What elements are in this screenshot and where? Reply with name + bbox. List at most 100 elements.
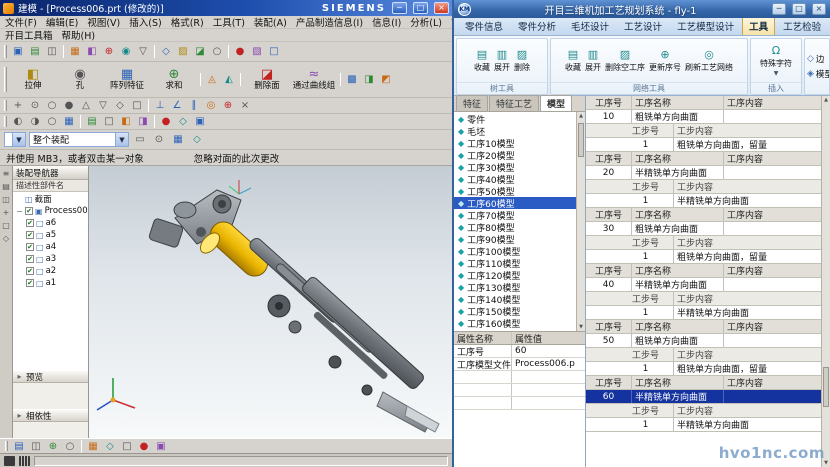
close-button[interactable]: × — [812, 3, 826, 15]
add-icon[interactable]: + — [3, 208, 10, 217]
net-collect-button[interactable]: ▤ 收藏 — [564, 48, 582, 73]
minimize-button[interactable]: ─ — [392, 2, 407, 14]
step-row[interactable]: 1半精铣单方向曲面 — [586, 418, 821, 432]
history-icon[interactable]: ◫ — [2, 195, 10, 204]
grid-icon[interactable]: ▦ — [61, 114, 77, 129]
tab-part-analysis[interactable]: 零件分析 — [511, 18, 563, 35]
menu-format[interactable]: 格式(R) — [171, 16, 204, 29]
tree-item-op-model[interactable]: ◆工序30模型 — [454, 161, 576, 173]
tree-delete-button[interactable]: ▨ 删除 — [513, 48, 531, 73]
snap-triangle-down-icon[interactable]: ▽ — [95, 98, 111, 113]
tree-item-op-model[interactable]: ◆工序40模型 — [454, 173, 576, 185]
restore-button[interactable]: □ — [792, 3, 806, 15]
menu-insert[interactable]: 插入(S) — [129, 16, 161, 29]
tab-model[interactable]: 模型 — [540, 95, 572, 111]
tree-expand-button[interactable]: ▥ 展开 — [493, 48, 511, 73]
checkbox[interactable]: ✔ — [25, 207, 33, 215]
nav-item-assembly[interactable]: − ✔ ▣ Process006 — [13, 205, 88, 217]
tool-icon[interactable]: ▦ — [85, 439, 101, 454]
target-icon[interactable]: ◎ — [203, 98, 219, 113]
tool-icon[interactable]: ▦ — [67, 44, 83, 59]
angle-icon[interactable]: ∠ — [169, 98, 185, 113]
menu-assembly[interactable]: 装配(A) — [254, 16, 287, 29]
toolbar-grip[interactable] — [5, 441, 8, 451]
diamond-icon[interactable]: ◇ — [175, 114, 191, 129]
tab-process-design[interactable]: 工艺设计 — [617, 18, 669, 35]
tool-icon[interactable]: □ — [119, 439, 135, 454]
status-icon[interactable] — [4, 456, 15, 466]
selection-scope-combo[interactable]: 整个装配 ▼ — [29, 132, 129, 147]
navigator-icon[interactable]: ▤ — [2, 182, 10, 191]
wireframe-view-icon[interactable]: ◑ — [27, 114, 43, 129]
tool-icon[interactable]: ◫ — [28, 439, 44, 454]
menu-lines-icon[interactable]: ≡ — [3, 169, 10, 178]
tool-icon[interactable]: ◭ — [221, 72, 237, 87]
toolbar-grip[interactable] — [4, 116, 7, 127]
close-button[interactable]: × — [434, 2, 449, 14]
tool-icon[interactable]: ◪ — [192, 44, 208, 59]
update-sequence-button[interactable]: ⊕ 更新序号 — [648, 48, 682, 73]
snap-midpoint-icon[interactable]: ◇ — [112, 98, 128, 113]
step-row[interactable]: 1粗铣单方向曲面，留量 — [586, 250, 821, 264]
step-row[interactable]: 1半精铣单方向曲面 — [586, 194, 821, 208]
shaded-view-icon[interactable]: ◐ — [10, 114, 26, 129]
select-rect-icon[interactable]: ▭ — [132, 132, 148, 147]
table-scrollbar[interactable]: ▲ ▼ — [821, 96, 830, 467]
tree-item-part[interactable]: ◆零件 — [454, 113, 576, 125]
navigator-title[interactable]: 装配导航器 — [13, 166, 88, 180]
tool-icon[interactable]: ● — [136, 439, 152, 454]
tool-icon[interactable]: ◧ — [84, 44, 100, 59]
tab-process-check[interactable]: 工艺检验 — [776, 18, 828, 35]
tab-feature-process[interactable]: 特征工艺 — [489, 95, 539, 111]
nav-item-component[interactable]: ✔ □ a2 — [13, 265, 88, 277]
nav-item-component[interactable]: ✔ □ a1 — [13, 277, 88, 289]
tool-icon[interactable]: ▧ — [249, 44, 265, 59]
step-row[interactable]: 1半精铣单方向曲面 — [586, 306, 821, 320]
snap-endpoint-icon[interactable]: ● — [61, 98, 77, 113]
tab-part-info[interactable]: 零件信息 — [458, 18, 510, 35]
tool-icon[interactable]: ◨ — [361, 72, 377, 87]
tab-tools[interactable]: 工具 — [742, 18, 775, 35]
point-icon[interactable]: ● — [158, 114, 174, 129]
tool-icon[interactable]: ◬ — [204, 72, 220, 87]
special-characters-button[interactable]: Ω 特殊字符 ▼ — [759, 44, 793, 77]
tree-item-op-model[interactable]: ◆工序70模型 — [454, 209, 576, 221]
op-row[interactable]: 10粗铣单方向曲面 — [586, 110, 821, 124]
tool-icon[interactable]: ▨ — [175, 44, 191, 59]
tree-collect-button[interactable]: ▤ 收藏 — [473, 48, 491, 73]
snap-triangle-icon[interactable]: △ — [78, 98, 94, 113]
tree-item-op-model-selected[interactable]: ◆工序60模型 — [454, 197, 576, 209]
step-row[interactable]: 1粗铣单方向曲面，留量 — [586, 362, 821, 376]
edges-toggle-button[interactable]: ◇ 边 — [807, 53, 827, 65]
nav-item-component[interactable]: ✔ □ a6 — [13, 217, 88, 229]
tool-icon[interactable]: ◩ — [378, 72, 394, 87]
tool-icon[interactable]: ○ — [62, 439, 78, 454]
select-center-icon[interactable]: ⊙ — [151, 132, 167, 147]
dropdown-arrow-icon[interactable]: ▼ — [12, 133, 25, 146]
tree-item-op-model[interactable]: ◆工序140模型 — [454, 293, 576, 305]
property-row-op-number[interactable]: 工序号 60 — [454, 345, 585, 358]
pattern-feature-button[interactable]: ▦ 阵列特征 — [104, 63, 150, 96]
nav-item-sections[interactable]: ◫ 截面 — [13, 193, 88, 205]
nav-item-component[interactable]: ✔ □ a4 — [13, 241, 88, 253]
through-curves-button[interactable]: ≈ 通过曲线组 — [291, 63, 337, 96]
tool-icon[interactable]: ▣ — [153, 439, 169, 454]
delete-empty-operation-button[interactable]: ▨ 删除空工序 — [604, 48, 646, 73]
refresh-process-network-button[interactable]: ◎ 刷新工艺网络 — [684, 48, 734, 73]
checkbox[interactable]: ✔ — [26, 255, 34, 263]
op-row[interactable]: 40半精铣单方向曲面 — [586, 278, 821, 292]
tab-process-model-design[interactable]: 工艺模型设计 — [670, 18, 741, 35]
view-triad-icon[interactable] — [97, 378, 135, 410]
tool-icon[interactable]: ▣ — [10, 44, 26, 59]
extrude-button[interactable]: ◧ 拉伸 — [10, 63, 56, 96]
tree-item-op-model[interactable]: ◆工序160模型 — [454, 317, 576, 329]
snap-point-icon[interactable]: + — [10, 98, 26, 113]
unite-button[interactable]: ⊕ 求和 — [151, 63, 197, 96]
toolbar-grip[interactable] — [4, 67, 7, 92]
scroll-up-icon[interactable]: ▲ — [579, 113, 583, 119]
parallel-icon[interactable]: ∥ — [186, 98, 202, 113]
scrollbar-thumb[interactable] — [823, 367, 829, 407]
op-row-selected[interactable]: 60半精铣单方向曲面 — [586, 390, 821, 404]
tree-item-op-model[interactable]: ◆工序50模型 — [454, 185, 576, 197]
tool-icon[interactable]: ○ — [209, 44, 225, 59]
